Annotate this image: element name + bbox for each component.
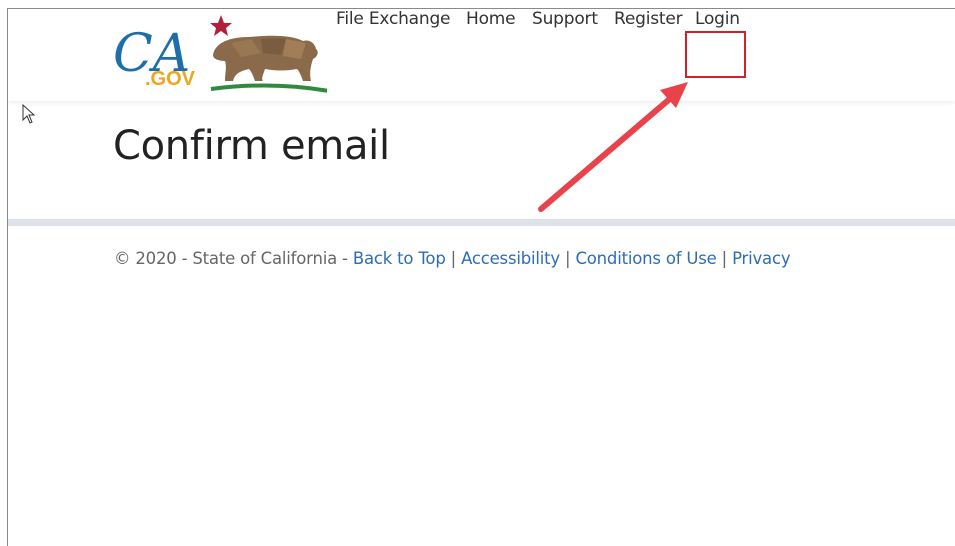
footer-accessibility-link[interactable]: Accessibility [461,249,560,268]
nav-file-exchange[interactable]: File Exchange [336,9,451,29]
footer-separator: | [445,249,462,268]
nav-support[interactable]: Support [532,9,598,29]
ground-line [210,83,327,93]
site-header: CA .GOV File Exchange Home Support Regis… [8,9,955,101]
browser-viewport: CA .GOV File Exchange Home Support Regis… [7,8,955,546]
footer-conditions-link[interactable]: Conditions of Use [575,249,716,268]
site-footer: © 2020 - State of California - Back to T… [114,249,791,268]
page-title: Confirm email [113,123,390,169]
footer-privacy-link[interactable]: Privacy [732,249,791,268]
nav-home[interactable]: Home [466,9,516,29]
bear-icon [213,35,318,81]
star-icon [210,15,232,36]
nav-login[interactable]: Login [695,9,740,29]
footer-back-to-top-link[interactable]: Back to Top [353,249,446,268]
mouse-pointer-icon [22,104,36,124]
ca-gov-logo[interactable]: CA .GOV [111,13,327,95]
logo-gov-text: .GOV [145,68,196,90]
login-highlight-box [685,31,746,78]
footer-copyright: © 2020 - State of California - [114,249,353,268]
content-divider [8,219,955,226]
nav-register[interactable]: Register [614,9,683,29]
footer-separator: | [560,249,576,268]
footer-separator: | [716,249,733,268]
